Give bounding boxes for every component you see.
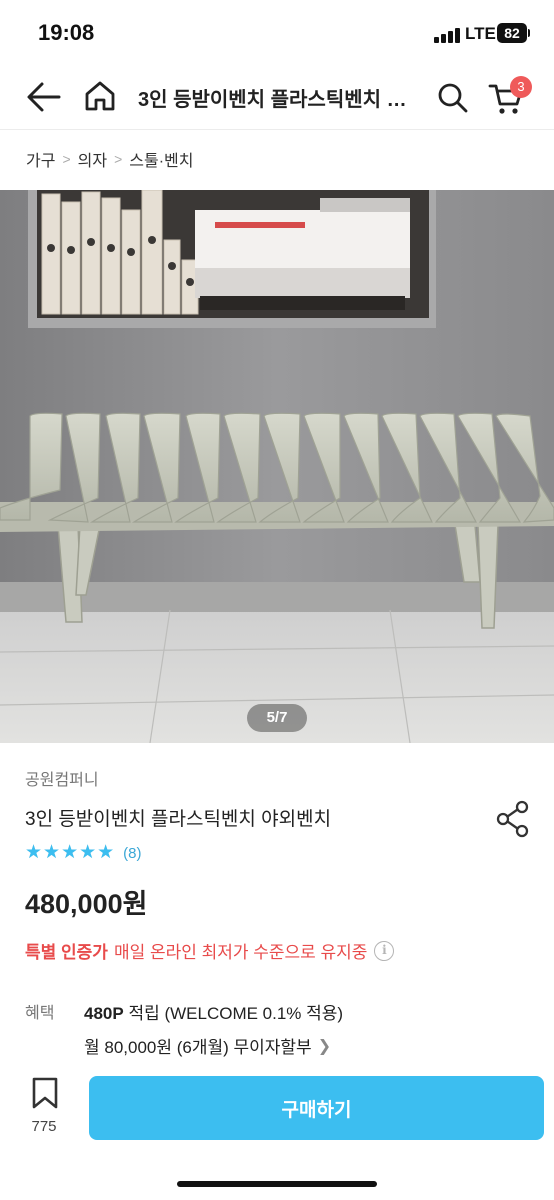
breadcrumb-item-chair[interactable]: 의자	[78, 147, 107, 171]
points-amount: 480P	[84, 1004, 124, 1023]
top-nav: 3인 등받이벤치 플라스틱벤치 야외벤치	[0, 64, 554, 130]
page-title: 3인 등받이벤치 플라스틱벤치 야외벤치	[138, 89, 418, 111]
benefits-label: 혜택	[25, 1005, 55, 1022]
breadcrumb-chevron-icon: >	[114, 151, 123, 167]
breadcrumb-item-stool-bench[interactable]: 스툴·벤치	[129, 147, 193, 171]
share-icon[interactable]	[496, 800, 530, 838]
product-name: 3인 등받이벤치 플라스틱벤치 야외벤치	[25, 809, 332, 830]
brand-name[interactable]: 공원컴퍼니	[25, 766, 99, 790]
info-icon[interactable]: i	[374, 940, 395, 961]
home-icon[interactable]	[83, 79, 117, 113]
rating[interactable]: ★★★★★ ★★★★★ (8)	[25, 843, 142, 863]
promo-text: 매일 온라인 최저가 수준으로 유지중	[113, 943, 368, 962]
promo-highlight: 특별 인증가	[25, 943, 108, 962]
back-arrow-icon[interactable]	[26, 81, 62, 113]
product-image	[0, 190, 554, 743]
points-benefit: 480P 적립 (WELCOME 0.1% 적용)	[84, 999, 343, 1024]
star-rating-fill: ★★★★★	[25, 843, 116, 863]
review-count[interactable]: (8)	[123, 845, 141, 862]
installment-text: 월 80,000원 (6개월) 무이자할부	[84, 1038, 312, 1057]
breadcrumb-item-furniture[interactable]: 가구	[26, 147, 55, 171]
bookmark-icon[interactable]	[28, 1076, 62, 1110]
installment-benefit[interactable]: 월 80,000원 (6개월) 무이자할부 ❯	[84, 1033, 331, 1058]
battery-tip	[528, 29, 530, 37]
search-icon[interactable]	[437, 82, 469, 114]
points-text: 적립 (WELCOME 0.1% 적용)	[128, 1004, 344, 1023]
status-time: 19:08	[38, 20, 95, 45]
price: 480,000원	[25, 889, 148, 919]
network-label: LTE	[465, 24, 496, 43]
image-counter: 5/7	[247, 704, 307, 732]
status-bar: 19:08 LTE 82	[0, 0, 554, 64]
breadcrumb-chevron-icon: >	[62, 151, 71, 167]
cart-count-badge: 3	[510, 76, 532, 98]
breadcrumb: 가구 > 의자 > 스툴·벤치	[26, 146, 194, 172]
battery-icon: 82	[497, 23, 527, 43]
promo-banner: 특별 인증가 매일 온라인 최저가 수준으로 유지중 i	[25, 938, 395, 963]
home-indicator	[177, 1181, 377, 1187]
buy-button[interactable]: 구매하기	[89, 1076, 544, 1140]
product-image-gallery[interactable]	[0, 190, 554, 743]
chevron-right-icon: ❯	[317, 1037, 332, 1055]
star-rating-icon: ★★★★★ ★★★★★	[25, 842, 116, 863]
signal-icon	[434, 27, 460, 43]
bookmark-count: 775	[31, 1118, 57, 1135]
